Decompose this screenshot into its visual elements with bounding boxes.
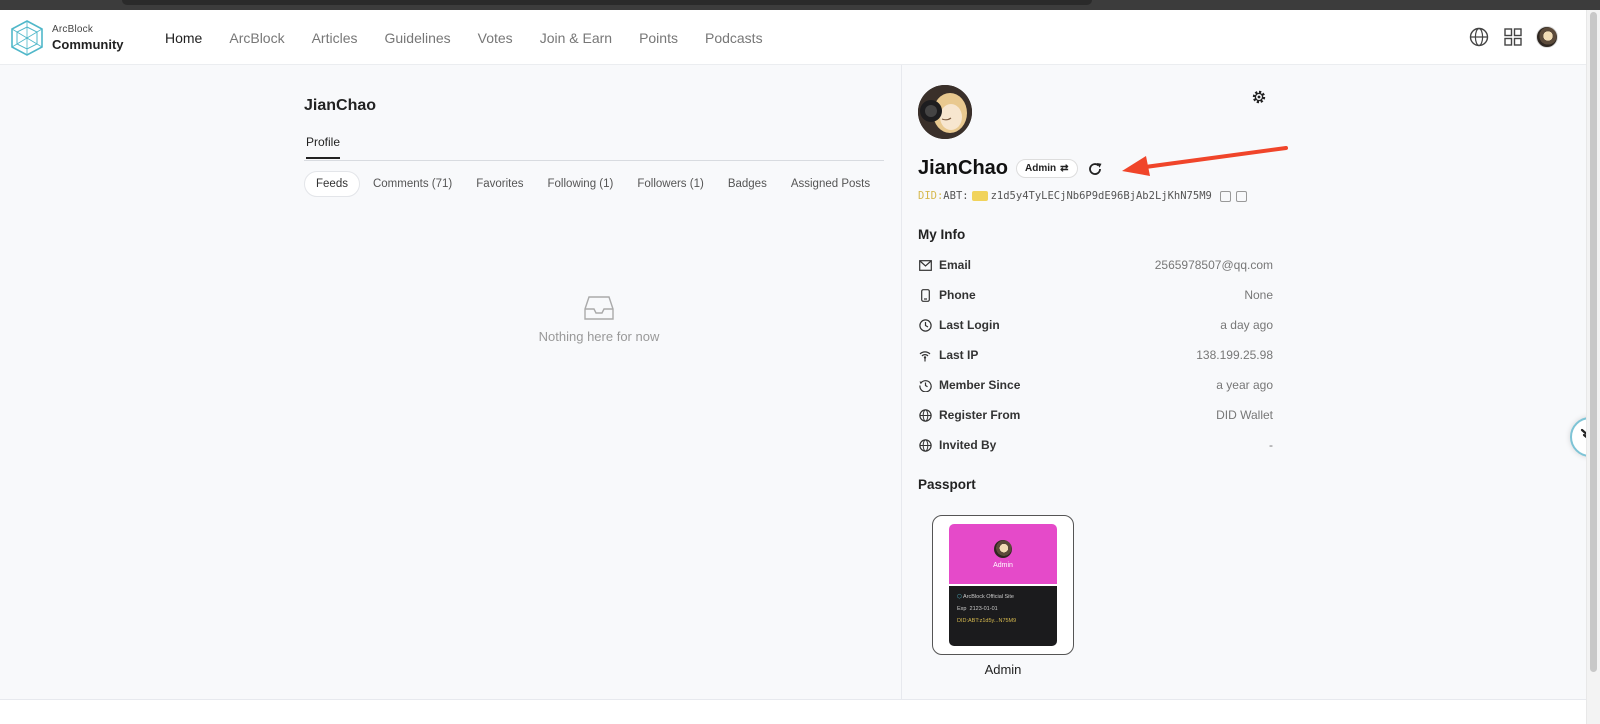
nav-home[interactable]: Home	[165, 30, 202, 46]
clock-icon	[918, 318, 932, 332]
passport-title: Passport	[918, 477, 976, 492]
nav-arcblock[interactable]: ArcBlock	[229, 30, 284, 46]
passport-site: ⬡ ArcBlock Official Site	[957, 594, 1014, 600]
subtab-following[interactable]: Following (1)	[537, 172, 625, 196]
globe-icon	[918, 408, 932, 422]
arcblock-logo-icon	[11, 20, 43, 56]
site-header: ArcBlock Community Home ArcBlock Article…	[0, 10, 1586, 65]
gear-icon[interactable]	[1251, 89, 1267, 105]
profile-name-row: JianChao Admin ⇄	[918, 157, 1103, 180]
info-value: a day ago	[1220, 318, 1273, 332]
passport-card-top: Admin	[949, 524, 1057, 584]
passport-card-bottom: ⬡ ArcBlock Official Site Exp 2123-01-01 …	[949, 586, 1057, 646]
header-actions	[1456, 26, 1558, 48]
arcblock-small-icon: ⬡	[957, 594, 962, 600]
tab-divider	[304, 160, 884, 161]
profile-name: JianChao	[918, 157, 1009, 179]
role-switch-badge[interactable]: Admin ⇄	[1016, 159, 1078, 178]
passport-did: DID:ABT:z1d5y...N75M9	[957, 618, 1017, 624]
copy-icon[interactable]	[1219, 190, 1231, 202]
passport-label: Admin	[984, 662, 1022, 677]
subtab-favorites[interactable]: Favorites	[465, 172, 534, 196]
nav-points[interactable]: Points	[639, 30, 678, 46]
did-type: ABT:	[943, 190, 969, 202]
info-row-register-from: Register From DID Wallet	[918, 405, 1273, 425]
info-value: 138.199.25.98	[1196, 348, 1273, 362]
info-label: Email	[939, 258, 972, 272]
info-label: Member Since	[939, 378, 1021, 392]
nav-guidelines[interactable]: Guidelines	[385, 30, 451, 46]
antenna-icon	[918, 348, 932, 362]
footer	[0, 700, 1586, 724]
nav-join-earn[interactable]: Join & Earn	[540, 30, 612, 46]
globe-icon	[918, 438, 932, 452]
info-label: Register From	[939, 408, 1021, 422]
info-value: DID Wallet	[1216, 408, 1273, 422]
subtab-feeds[interactable]: Feeds	[304, 171, 360, 197]
empty-state: Nothing here for now	[494, 295, 704, 344]
refresh-icon[interactable]	[1087, 161, 1103, 177]
avatar	[994, 539, 1012, 558]
nav-articles[interactable]: Articles	[312, 30, 358, 46]
qr-code-icon[interactable]	[1235, 190, 1247, 202]
phone-icon	[918, 288, 932, 302]
logo-big-text: Community	[52, 37, 124, 52]
user-avatar-menu[interactable]	[1536, 26, 1558, 48]
browser-address-strip	[122, 0, 1092, 5]
passport-card[interactable]: Admin ⬡ ArcBlock Official Site Exp 2123-…	[932, 515, 1074, 655]
info-label: Last Login	[939, 318, 1000, 332]
info-label: Invited By	[939, 438, 997, 452]
did-value: z1d5y4TyLECjNb6P9dE96BjAb2LjKhN75M9	[990, 190, 1212, 202]
info-value: 2565978507@qq.com	[1154, 258, 1273, 272]
column-divider	[901, 65, 902, 699]
role-badge-label: Admin	[1025, 163, 1057, 174]
did-prefix: DID:	[918, 190, 944, 202]
history-icon	[918, 378, 932, 392]
nav-votes[interactable]: Votes	[478, 30, 513, 46]
info-label: Last IP	[939, 348, 979, 362]
info-row-member-since: Member Since a year ago	[918, 375, 1273, 395]
info-label: Phone	[939, 288, 976, 302]
logo-small-text: ArcBlock	[52, 24, 94, 35]
my-info-title: My Info	[918, 227, 966, 242]
info-value: None	[1244, 288, 1273, 302]
subtab-followers[interactable]: Followers (1)	[626, 172, 714, 196]
main-nav: Home ArcBlock Articles Guidelines Votes …	[165, 10, 790, 65]
scrollbar-thumb[interactable]	[1590, 12, 1597, 672]
info-value: a year ago	[1216, 378, 1273, 392]
empty-state-text: Nothing here for now	[538, 329, 660, 344]
page-title: JianChao	[304, 97, 377, 114]
avatar	[1536, 26, 1558, 48]
info-row-last-login: Last Login a day ago	[918, 315, 1273, 335]
subtab-comments[interactable]: Comments (71)	[362, 172, 463, 196]
info-row-phone: Phone None	[918, 285, 1273, 305]
passport-exp: Exp 2123-01-01	[957, 606, 998, 612]
subtab-assigned-posts[interactable]: Assigned Posts	[780, 172, 881, 196]
mail-icon	[918, 258, 932, 272]
profile-subtabs: Feeds Comments (71) Favorites Following …	[304, 171, 883, 197]
arcblock-community-logo[interactable]: ArcBlock Community	[10, 18, 130, 58]
nav-podcasts[interactable]: Podcasts	[705, 30, 763, 46]
passport-role: Admin	[993, 561, 1013, 569]
apps-grid-icon[interactable]	[1502, 26, 1524, 48]
info-row-last-ip: Last IP 138.199.25.98	[918, 345, 1273, 365]
swap-icon: ⇄	[1060, 163, 1069, 174]
tab-profile[interactable]: Profile	[306, 135, 341, 159]
globe-language-icon[interactable]	[1468, 26, 1490, 48]
avatar[interactable]	[918, 85, 972, 139]
did-address: DID: ABT: z1d5y4TyLECjNb6P9dE96BjAb2LjKh…	[918, 190, 1252, 202]
info-row-invited-by: Invited By -	[918, 435, 1273, 455]
wallet-chip-icon	[971, 191, 988, 201]
browser-top-bar	[0, 0, 1600, 10]
subtab-badges[interactable]: Badges	[717, 172, 778, 196]
annotation-arrow-icon	[1122, 146, 1288, 176]
inbox-icon	[584, 296, 614, 320]
page-scrollbar[interactable]	[1586, 10, 1600, 724]
info-value: -	[1269, 438, 1273, 452]
info-row-email: Email 2565978507@qq.com	[918, 255, 1273, 275]
